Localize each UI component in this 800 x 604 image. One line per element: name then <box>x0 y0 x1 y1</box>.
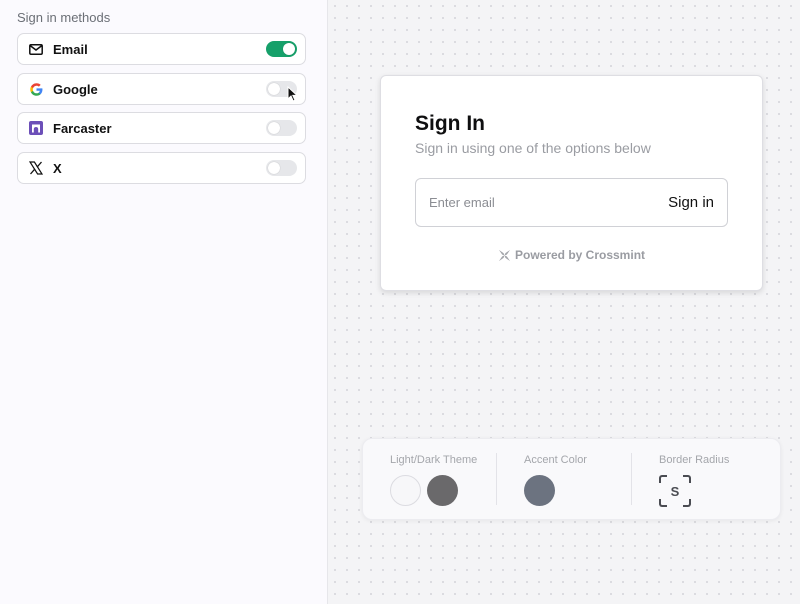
method-label-farcaster: Farcaster <box>53 120 112 136</box>
light-theme-swatch[interactable] <box>390 475 421 506</box>
x-toggle[interactable] <box>266 160 297 176</box>
powered-by: Powered by Crossmint <box>381 248 762 262</box>
mail-icon <box>28 41 44 57</box>
accent-color-label: Accent Color <box>524 454 587 466</box>
method-label-google: Google <box>53 81 98 97</box>
toggle-knob <box>268 122 280 134</box>
email-toggle[interactable] <box>266 41 297 57</box>
theme-label: Light/Dark Theme <box>390 454 478 466</box>
powered-by-text: Powered by Crossmint <box>514 248 646 262</box>
sign-in-button[interactable]: Sign in <box>668 194 714 211</box>
x-icon <box>28 160 44 176</box>
mouse-cursor-icon <box>287 86 298 102</box>
toggle-knob <box>268 83 280 95</box>
theme-settings-panel: Light/Dark Theme Accent Color Border Rad… <box>362 438 781 520</box>
method-label-email: Email <box>53 41 88 57</box>
email-input[interactable] <box>429 195 669 210</box>
method-row-email: Email <box>17 33 306 65</box>
crossmint-logo-icon <box>498 249 511 261</box>
border-radius-label: Border Radius <box>659 454 730 466</box>
sign-in-card: Sign In Sign in using one of the options… <box>380 75 763 291</box>
sidebar-title: Sign in methods <box>17 10 111 25</box>
panel-divider <box>631 453 632 505</box>
accent-color-swatch[interactable] <box>524 475 555 506</box>
farcaster-icon <box>28 120 44 136</box>
panel-divider <box>496 453 497 505</box>
method-row-farcaster: Farcaster <box>17 112 306 144</box>
method-row-google: Google <box>17 73 306 105</box>
border-radius-value: S <box>670 483 680 499</box>
toggle-knob <box>283 43 295 55</box>
email-input-group: Sign in <box>415 178 728 227</box>
method-label-x: X <box>53 160 62 176</box>
google-icon <box>28 81 44 97</box>
dark-theme-swatch[interactable] <box>427 475 458 506</box>
farcaster-toggle[interactable] <box>266 120 297 136</box>
border-radius-button[interactable]: S <box>659 475 691 507</box>
sign-in-title: Sign In <box>415 112 485 135</box>
toggle-knob <box>268 162 280 174</box>
sign-in-methods-sidebar: Sign in methods Email Google Farcaster X <box>0 0 328 604</box>
method-row-x: X <box>17 152 306 184</box>
sign-in-subtitle: Sign in using one of the options below <box>415 140 651 156</box>
